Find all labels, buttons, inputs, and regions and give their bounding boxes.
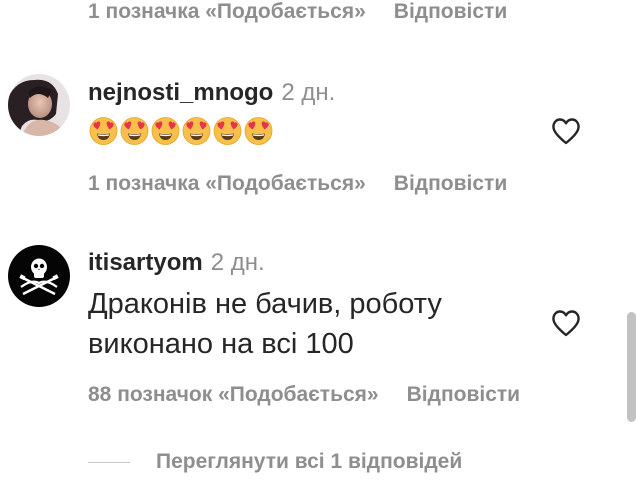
avatar[interactable] xyxy=(8,74,70,136)
username-link[interactable]: nejnosti_mnogo xyxy=(88,79,273,106)
comment-emoji-text xyxy=(88,116,274,146)
avatar[interactable] xyxy=(8,245,70,307)
scrollbar-thumb[interactable] xyxy=(627,312,636,422)
comment-age[interactable]: 2 дн. xyxy=(281,79,335,106)
reply-button[interactable]: Відповісти xyxy=(394,0,507,24)
heart-eyes-emoji-icon xyxy=(120,117,149,145)
comment-meta-row: 1 позначка «Подобається» Відповісти xyxy=(88,169,507,199)
username-link[interactable]: itisartyom xyxy=(88,249,203,276)
heart-eyes-emoji-icon xyxy=(182,117,211,145)
view-replies-button[interactable]: Переглянути всі 1 відповідей xyxy=(88,447,462,477)
heart-outline-icon[interactable] xyxy=(551,117,581,145)
comment-text-line-1: Драконів не бачив, роботу xyxy=(88,288,442,320)
view-replies-label: Переглянути всі 1 відповідей xyxy=(156,450,463,473)
likes-count-link[interactable]: 1 позначка «Подобається» xyxy=(88,0,366,24)
likes-count-link[interactable]: 88 позначок «Подобається» xyxy=(88,383,379,407)
likes-count-link[interactable]: 1 позначка «Подобається» xyxy=(88,172,366,196)
reply-button[interactable]: Відповісти xyxy=(394,172,507,196)
replies-divider-line xyxy=(88,461,130,463)
heart-eyes-emoji-icon xyxy=(213,117,242,145)
comment-meta-row-top: 1 позначка «Подобається» Відповісти xyxy=(88,0,507,27)
heart-eyes-emoji-icon xyxy=(244,117,273,145)
comment-text-line-2: виконано на всі 100 xyxy=(88,328,354,360)
comment-age[interactable]: 2 дн. xyxy=(211,249,265,276)
reply-button[interactable]: Відповісти xyxy=(407,383,520,407)
comment-header: nejnosti_mnogo 2 дн. xyxy=(88,79,335,107)
comment-meta-row: 88 позначок «Подобається» Відповісти xyxy=(88,380,520,410)
heart-eyes-emoji-icon xyxy=(151,117,180,145)
heart-eyes-emoji-icon xyxy=(89,117,118,145)
comment-header: itisartyom 2 дн. xyxy=(88,249,265,277)
heart-outline-icon[interactable] xyxy=(551,309,581,337)
